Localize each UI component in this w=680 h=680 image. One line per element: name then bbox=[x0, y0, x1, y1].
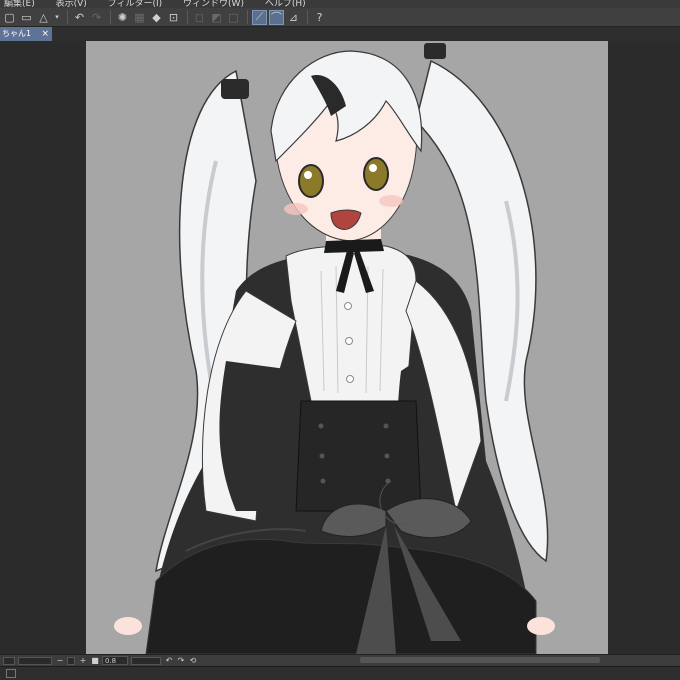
size-field[interactable] bbox=[18, 656, 52, 665]
divider bbox=[110, 10, 111, 24]
drawing-canvas[interactable] bbox=[86, 41, 608, 654]
zoom-slider[interactable] bbox=[67, 656, 75, 665]
menu-window[interactable]: ウィンドウ(W) bbox=[183, 0, 244, 8]
divider bbox=[307, 10, 308, 24]
help-icon[interactable]: ? bbox=[312, 10, 327, 25]
close-icon[interactable]: × bbox=[41, 27, 49, 41]
menu-bar: 編集(E) 表示(V) フィルター(I) ウィンドウ(W) ヘルプ(H) bbox=[0, 0, 680, 8]
clear-icon[interactable]: ▦ bbox=[132, 10, 147, 25]
canvas-area[interactable] bbox=[0, 41, 680, 654]
snap-special-ruler-icon[interactable]: ⌒ bbox=[269, 9, 284, 25]
transform-icon[interactable]: ⊡ bbox=[166, 10, 181, 25]
document-tab[interactable]: ちゃん1 × bbox=[0, 27, 52, 41]
rotation-field[interactable] bbox=[131, 656, 161, 665]
divider bbox=[247, 10, 248, 24]
panel-tool-icon[interactable] bbox=[6, 669, 16, 678]
menu-help[interactable]: ヘルプ(H) bbox=[265, 0, 306, 8]
reset-rotation-icon[interactable]: ⟲ bbox=[188, 656, 198, 665]
layer-field[interactable] bbox=[3, 656, 15, 665]
command-bar: ▢ ▭ △ ▾ ↶ ↷ ✺ ▦ ◆ ⊡ ◻ ◩ □ ⟋ ⌒ ⊿ ? bbox=[0, 8, 680, 27]
select-icon[interactable]: □ bbox=[226, 10, 241, 25]
menu-view[interactable]: 表示(V) bbox=[56, 0, 87, 8]
anime-girl-artwork bbox=[86, 41, 608, 654]
menu-edit[interactable]: 編集(E) bbox=[4, 0, 35, 8]
document-tab-title: ちゃん1 bbox=[2, 29, 32, 38]
snap-ruler-icon[interactable]: ⟋ bbox=[252, 9, 267, 25]
zoom-out-button[interactable]: − bbox=[55, 656, 65, 665]
dropdown-icon[interactable]: ▾ bbox=[53, 10, 61, 25]
zoom-value-input[interactable]: 0.8 bbox=[102, 656, 128, 665]
document-tab-row: ちゃん1 × bbox=[0, 27, 680, 41]
fill-icon[interactable]: ◆ bbox=[149, 10, 164, 25]
select-none-icon[interactable]: ◻ bbox=[192, 10, 207, 25]
divider bbox=[187, 10, 188, 24]
loading-icon[interactable]: ✺ bbox=[115, 10, 130, 25]
new-file-icon[interactable]: ▢ bbox=[2, 10, 17, 25]
bottom-panel bbox=[0, 666, 680, 680]
save-icon[interactable]: △ bbox=[36, 10, 51, 25]
undo-icon[interactable]: ↶ bbox=[72, 10, 87, 25]
zoom-in-button[interactable]: + bbox=[78, 656, 88, 665]
select-invert-icon[interactable]: ◩ bbox=[209, 10, 224, 25]
menu-filter[interactable]: フィルター(I) bbox=[108, 0, 163, 8]
rotate-right-icon[interactable]: ↷ bbox=[176, 656, 186, 665]
rotate-left-icon[interactable]: ↶ bbox=[164, 656, 174, 665]
status-bar: − + ■ 0.8 ↶ ↷ ⟲ bbox=[0, 654, 680, 666]
divider bbox=[67, 10, 68, 24]
snap-grid-icon[interactable]: ⊿ bbox=[286, 10, 301, 25]
open-folder-icon[interactable]: ▭ bbox=[19, 10, 34, 25]
horizontal-scrollbar[interactable] bbox=[360, 657, 600, 663]
zoom-step-icon[interactable]: ■ bbox=[90, 656, 100, 665]
redo-icon[interactable]: ↷ bbox=[89, 10, 104, 25]
